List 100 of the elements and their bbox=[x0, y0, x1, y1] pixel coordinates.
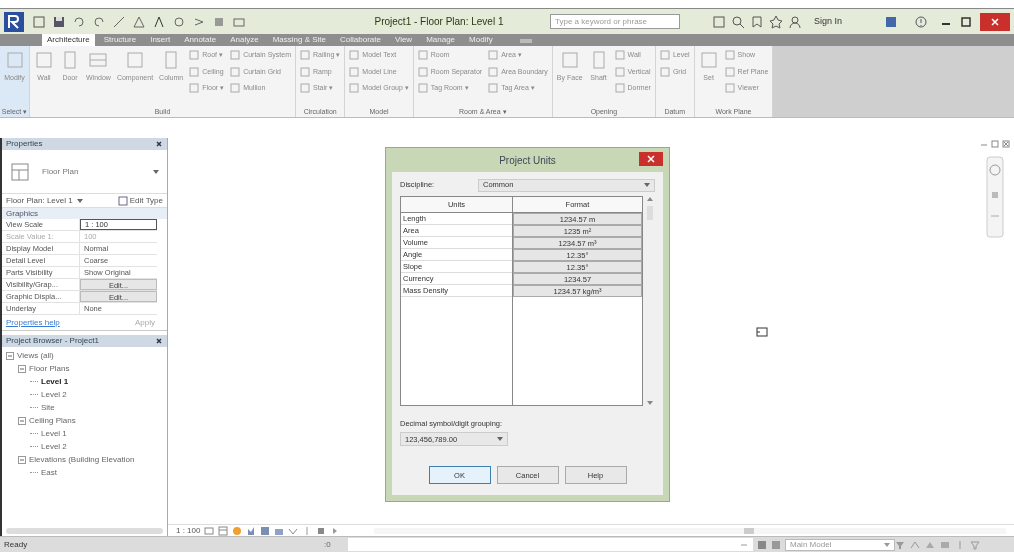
toolbar-tool-icon[interactable] bbox=[92, 14, 106, 29]
close-icon[interactable] bbox=[155, 337, 163, 345]
floor-plan-icon[interactable] bbox=[10, 161, 30, 182]
sign-in-button[interactable]: Sign In bbox=[810, 14, 847, 29]
toolbar-tool-icon[interactable] bbox=[750, 14, 764, 29]
scroll-down-icon[interactable] bbox=[647, 400, 653, 406]
tool-icon[interactable] bbox=[488, 83, 499, 94]
close-button[interactable] bbox=[639, 152, 663, 166]
toolbar-tool-icon[interactable] bbox=[769, 14, 783, 29]
tool-icon[interactable] bbox=[349, 83, 360, 94]
close-icon[interactable] bbox=[155, 140, 163, 148]
tree-item[interactable]: Level 2 bbox=[41, 388, 67, 401]
caret-icon[interactable] bbox=[497, 436, 503, 443]
tree-item[interactable]: Elevations (Building Elevation bbox=[29, 453, 135, 466]
ribbon-tab[interactable]: Insert bbox=[145, 34, 176, 46]
ribbon-tab[interactable]: Modify bbox=[464, 34, 498, 46]
navigation-bar-icon[interactable] bbox=[986, 156, 1004, 238]
caret-icon[interactable] bbox=[76, 197, 83, 204]
tool-icon[interactable] bbox=[300, 66, 310, 77]
tool-icon[interactable] bbox=[300, 83, 310, 94]
tree-item[interactable]: Views (all) bbox=[17, 349, 54, 362]
tool-icon[interactable] bbox=[724, 50, 735, 61]
tree-item[interactable]: Ceiling Plans bbox=[29, 414, 76, 427]
apply-button[interactable]: Apply bbox=[127, 316, 163, 329]
restore-icon[interactable] bbox=[991, 140, 999, 148]
scale-button[interactable]: 1 : 100 bbox=[176, 524, 201, 537]
design-options-icon[interactable] bbox=[771, 539, 781, 550]
tree-item[interactable]: Site bbox=[41, 401, 55, 414]
expander-icon[interactable] bbox=[18, 364, 26, 373]
ribbon-tab[interactable]: Manage bbox=[421, 34, 461, 46]
tool-icon[interactable] bbox=[88, 50, 109, 70]
model-dropdown[interactable]: Main Model bbox=[785, 538, 895, 551]
ribbon-toggle-icon[interactable] bbox=[517, 36, 534, 46]
tool-icon[interactable] bbox=[4, 50, 25, 70]
tool-icon[interactable] bbox=[34, 50, 54, 70]
caret-icon[interactable] bbox=[153, 168, 159, 175]
ribbon-tab[interactable]: View bbox=[389, 34, 418, 46]
tool-icon[interactable] bbox=[349, 50, 360, 61]
tool-icon[interactable] bbox=[488, 50, 499, 61]
tool-icon[interactable] bbox=[417, 66, 428, 77]
toolbar-tool-icon[interactable] bbox=[172, 14, 186, 29]
instance-selector[interactable]: Floor Plan: Level 1 bbox=[6, 194, 73, 207]
tool-icon[interactable] bbox=[349, 66, 360, 77]
toolbar-tool-icon[interactable] bbox=[788, 14, 802, 29]
tool-icon[interactable] bbox=[559, 50, 580, 70]
toolbar-tool-icon[interactable] bbox=[731, 14, 745, 29]
app-logo-icon[interactable] bbox=[4, 11, 24, 32]
expander-icon[interactable] bbox=[6, 351, 14, 360]
view-control-icon[interactable] bbox=[232, 525, 243, 536]
tool-icon[interactable] bbox=[614, 83, 625, 94]
tree-item[interactable]: Level 1 bbox=[41, 427, 67, 440]
ribbon-tab[interactable]: Annotate bbox=[179, 34, 222, 46]
expander-icon[interactable] bbox=[18, 455, 26, 464]
close-icon[interactable] bbox=[980, 12, 1010, 31]
expander-icon[interactable] bbox=[18, 416, 26, 425]
caret-icon[interactable] bbox=[644, 182, 650, 188]
tool-icon[interactable] bbox=[189, 83, 200, 94]
ribbon-tab[interactable]: Architecture bbox=[42, 34, 95, 46]
tree-item[interactable]: Floor Plans bbox=[29, 362, 70, 375]
scroll-up-icon[interactable] bbox=[647, 196, 653, 202]
tool-icon[interactable] bbox=[230, 83, 241, 94]
view-control-icon[interactable] bbox=[218, 525, 229, 536]
tool-icon[interactable] bbox=[417, 83, 428, 94]
help-link[interactable]: Properties help bbox=[6, 316, 60, 329]
tool-icon[interactable] bbox=[698, 50, 719, 70]
elevation-marker-icon[interactable] bbox=[756, 327, 768, 337]
view-control-icon[interactable] bbox=[316, 525, 327, 536]
exchange-apps-icon[interactable] bbox=[884, 14, 899, 29]
ribbon-tab[interactable]: Collaborate bbox=[335, 34, 386, 46]
tool-icon[interactable] bbox=[189, 66, 200, 77]
tree-item[interactable]: Level 2 bbox=[41, 440, 67, 453]
help-icon[interactable] bbox=[914, 14, 929, 29]
tool-icon[interactable] bbox=[488, 66, 499, 77]
tree-item[interactable]: Level 1 bbox=[41, 375, 69, 388]
tool-icon[interactable] bbox=[659, 66, 670, 77]
tool-icon[interactable] bbox=[724, 66, 735, 77]
ribbon-tab[interactable]: Massing & Site bbox=[267, 34, 332, 46]
edit-type-icon[interactable] bbox=[117, 195, 128, 206]
tool-icon[interactable] bbox=[659, 50, 670, 61]
tool-icon[interactable] bbox=[300, 50, 310, 61]
toolbar-tool-icon[interactable] bbox=[112, 14, 126, 29]
maximize-icon[interactable] bbox=[960, 15, 972, 28]
type-selector[interactable]: Floor Plan bbox=[2, 150, 167, 194]
tool-icon[interactable] bbox=[125, 50, 145, 70]
toolbar-tool-icon[interactable] bbox=[152, 14, 166, 29]
view-control-icon[interactable] bbox=[260, 525, 271, 536]
tool-icon[interactable] bbox=[417, 50, 428, 61]
tool-icon[interactable] bbox=[189, 50, 200, 61]
tool-icon[interactable] bbox=[724, 83, 735, 94]
ribbon-tab[interactable]: Structure bbox=[98, 34, 142, 46]
tool-icon[interactable] bbox=[614, 50, 625, 61]
tree-item[interactable]: East bbox=[41, 466, 57, 479]
edit-type-button[interactable]: Edit Type bbox=[117, 194, 163, 207]
toolbar-tool-icon[interactable] bbox=[52, 14, 66, 29]
tool-icon[interactable] bbox=[230, 50, 241, 61]
tool-icon[interactable] bbox=[614, 66, 625, 77]
caret-icon[interactable] bbox=[884, 541, 890, 548]
scrollbar[interactable] bbox=[645, 196, 655, 406]
view-control-icon[interactable] bbox=[204, 525, 215, 536]
worksets-icon[interactable] bbox=[757, 539, 767, 550]
